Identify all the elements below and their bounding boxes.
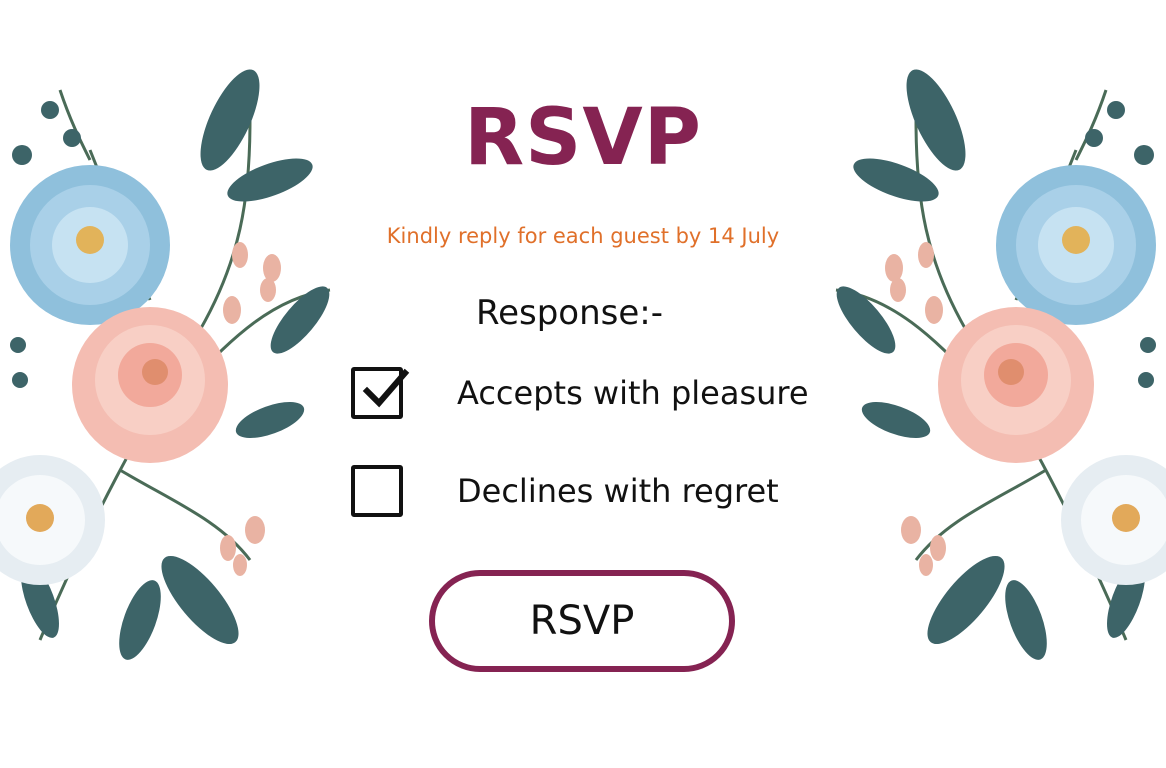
accept-checkbox[interactable] (351, 367, 410, 419)
response-label: Response:- (476, 293, 664, 333)
decline-checkbox[interactable] (351, 465, 403, 517)
option-declines[interactable]: Declines with regret (348, 462, 868, 522)
page-title: RSVP (464, 93, 702, 183)
reply-deadline-text: Kindly reply for each guest by 14 July (386, 224, 780, 248)
rsvp-button[interactable]: RSVP (429, 570, 735, 672)
decline-option-label: Declines with regret (457, 472, 779, 510)
option-accepts[interactable]: Accepts with pleasure (348, 364, 868, 424)
checkmark-icon (362, 368, 410, 408)
accept-option-label: Accepts with pleasure (457, 374, 809, 412)
rsvp-card: RSVP Kindly reply for each guest by 14 J… (0, 0, 1166, 768)
